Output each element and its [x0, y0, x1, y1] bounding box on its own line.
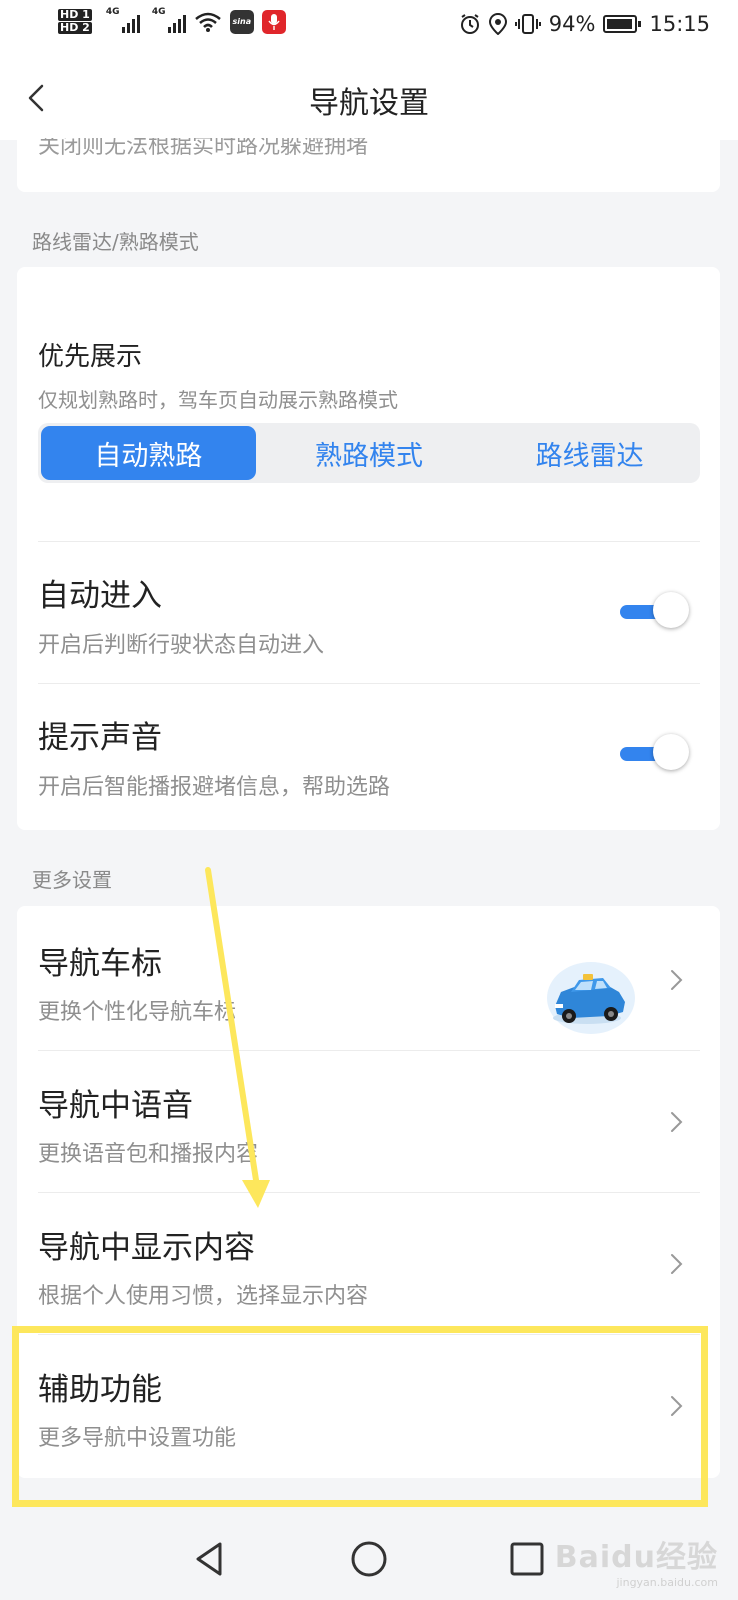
divider	[38, 683, 700, 684]
highlight-box	[12, 1326, 708, 1507]
network-type-1: 4G	[105, 6, 120, 17]
signal-icon-1: 4G	[106, 7, 140, 33]
auto-enter-subtitle: 开启后判断行驶状态自动进入	[38, 633, 325, 658]
option-familiar-mode[interactable]: 熟路模式	[262, 426, 477, 480]
status-left: HD 1 HD 2 4G 4G sina	[58, 7, 286, 35]
nav-recents-icon[interactable]	[506, 1538, 548, 1580]
nav-home-icon[interactable]	[348, 1538, 390, 1580]
watermark-url: jingyan.baidu.com	[616, 1576, 718, 1589]
car-icon-title: 导航车标	[38, 946, 162, 982]
display-content-title: 导航中显示内容	[38, 1230, 255, 1266]
display-content-subtitle: 根据个人使用习惯，选择显示内容	[38, 1284, 369, 1309]
priority-display-title: 优先展示	[38, 342, 143, 372]
sound-title: 提示声音	[38, 720, 162, 756]
signal-icon-2: 4G	[152, 7, 186, 33]
priority-segmented-control: 自动熟路 熟路模式 路线雷达	[38, 423, 700, 483]
sina-label: sina	[232, 17, 252, 26]
battery-icon	[603, 15, 642, 33]
hd2-label: HD 2	[58, 21, 92, 34]
vibrate-icon	[514, 14, 541, 34]
status-bar: HD 1 HD 2 4G 4G sina 94% 15:15	[0, 0, 738, 56]
watermark-brand: Baidu经验	[554, 1540, 718, 1575]
car-avatar	[547, 962, 635, 1034]
battery-percent: 94%	[548, 12, 596, 36]
wifi-icon	[195, 12, 221, 32]
app-header: 导航设置	[0, 56, 738, 140]
voice-subtitle: 更换语音包和播报内容	[38, 1142, 259, 1167]
car-icon	[553, 974, 625, 1024]
toggle-knob	[653, 592, 689, 628]
chevron-right-icon	[671, 1112, 683, 1132]
status-right: 94% 15:15	[459, 12, 710, 36]
clock: 15:15	[649, 12, 710, 36]
nav-back-icon[interactable]	[190, 1538, 232, 1580]
hd-indicator: HD 1 HD 2	[58, 8, 92, 35]
car-icon-subtitle: 更换个性化导航车标	[38, 1000, 237, 1025]
chevron-right-icon	[671, 1254, 683, 1274]
traffic-avoid-subtitle: 关闭则无法根据实时路况躲避拥堵	[38, 138, 369, 159]
priority-display-subtitle: 仅规划熟路时，驾车页自动展示熟路模式	[38, 388, 398, 412]
section-title-route-radar: 路线雷达/熟路模式	[32, 230, 199, 254]
divider	[38, 541, 700, 542]
section-title-more-settings: 更多设置	[32, 868, 112, 892]
voice-title: 导航中语音	[38, 1088, 193, 1124]
microphone-icon	[261, 9, 286, 34]
chevron-right-icon	[671, 970, 683, 990]
toggle-knob	[653, 734, 689, 770]
hd1-label: HD 1	[58, 8, 92, 21]
option-auto-familiar[interactable]: 自动熟路	[41, 426, 256, 480]
page-title: 导航设置	[309, 86, 429, 121]
location-icon	[488, 13, 507, 35]
sound-subtitle: 开启后智能播报避堵信息，帮助选路	[38, 775, 391, 800]
network-type-2: 4G	[151, 6, 166, 17]
auto-enter-toggle[interactable]	[620, 592, 690, 632]
sound-toggle[interactable]	[620, 734, 690, 774]
alarm-icon	[460, 14, 479, 34]
baidu-watermark: Baidu经验 jingyan.baidu.com	[555, 1532, 718, 1589]
sina-app-icon: sina	[229, 9, 254, 34]
auto-enter-title: 自动进入	[38, 578, 162, 614]
option-route-radar[interactable]: 路线雷达	[482, 426, 697, 480]
